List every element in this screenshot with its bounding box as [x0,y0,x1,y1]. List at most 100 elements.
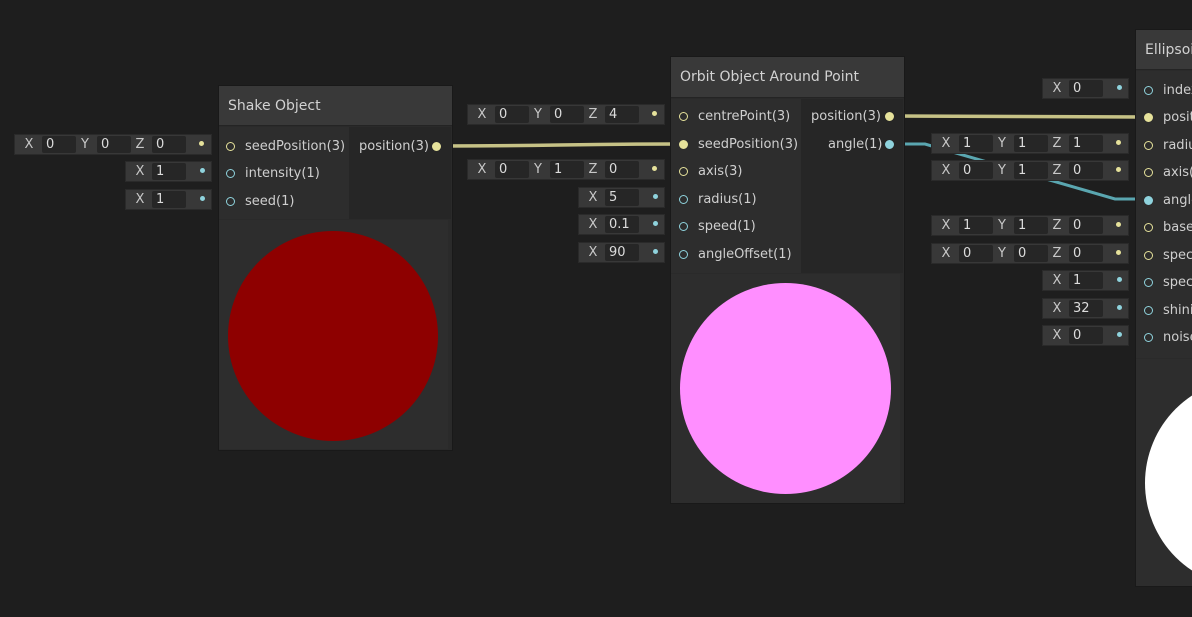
value-z-input[interactable]: 0 [1069,162,1103,179]
value-x-input[interactable]: 0 [1069,327,1103,344]
ellipsoid-axis-field[interactable]: X 0 Y 1 Z 0 [931,160,1129,181]
value-z-input[interactable]: 0 [152,136,186,153]
ellipsoid-base-field[interactable]: X 1 Y 1 Z 0 [931,215,1129,236]
shake-seedposition-field[interactable]: X 0 Y 0 Z 0 [14,134,212,155]
port-connector-icon[interactable] [1144,333,1153,342]
value-y-input[interactable]: 1 [550,161,584,178]
port-connector-icon[interactable] [679,112,688,121]
value-x-input[interactable]: 90 [605,244,639,261]
axis-label-x: X [941,163,951,178]
port-connector-icon[interactable] [679,250,688,259]
value-x-input[interactable]: 0 [1069,80,1103,97]
ellipsoid-index-field[interactable]: X 0 [1042,78,1129,99]
port-connector-icon[interactable] [226,169,235,178]
value-x-input[interactable]: 1 [152,163,186,180]
ellipsoid-preview-circle [1145,378,1192,586]
value-z-input[interactable]: 0 [1069,217,1103,234]
ellipsoid-preview [1136,359,1192,586]
axis-label-x: X [941,136,951,151]
port-connector-icon[interactable] [1144,278,1153,287]
axis-label-z: Z [1052,136,1062,151]
ellipsoid-spec-color-field[interactable]: X 0 Y 0 Z 0 [931,243,1129,264]
shake-seed-field[interactable]: X 1 [125,189,212,210]
orbit-axis-field[interactable]: X 0 Y 1 Z 0 [467,159,665,180]
value-z-input[interactable]: 0 [605,161,639,178]
port-label: angle [1163,193,1192,208]
port-connector-icon[interactable] [1144,223,1153,232]
value-y-input[interactable]: 1 [1014,162,1048,179]
value-y-input[interactable]: 1 [1014,217,1048,234]
port-connector-icon[interactable] [679,195,688,204]
value-x-input[interactable]: 0.1 [605,216,639,233]
value-y-input[interactable]: 0 [1014,245,1048,262]
port-connector-icon[interactable] [1144,113,1153,122]
axis-label-x: X [1052,273,1062,288]
port-label: axis( [1163,165,1192,180]
orbit-object-title[interactable]: Orbit Object Around Point [671,57,904,98]
port-label: intensity(1) [245,166,320,181]
port-label: radius(1) [698,192,757,207]
axis-label-y: Y [81,137,89,152]
field-connector-icon [653,249,658,254]
port-connector-icon[interactable] [679,140,688,149]
port-connector-icon[interactable] [885,140,894,149]
axis-label-x: X [941,246,951,261]
port-label: posit [1163,110,1192,125]
value-x-input[interactable]: 32 [1069,300,1103,317]
value-y-input[interactable]: 1 [1014,135,1048,152]
orbit-radius-field[interactable]: X 5 [578,187,665,208]
value-x-input[interactable]: 0 [959,162,993,179]
port-connector-icon[interactable] [679,222,688,231]
value-x-input[interactable]: 1 [152,191,186,208]
field-connector-icon [200,168,205,173]
field-connector-icon [652,166,657,171]
ellipsoid-spec-strength-field[interactable]: X 1 [1042,270,1129,291]
ellipsoid-radius-field[interactable]: X 1 Y 1 Z 1 [931,133,1129,154]
ellipsoid-noise-field[interactable]: X 0 [1042,325,1129,346]
value-z-input[interactable]: 0 [1069,245,1103,262]
port-connector-icon[interactable] [226,197,235,206]
port-connector-icon[interactable] [226,142,235,151]
port-connector-icon[interactable] [1144,168,1153,177]
port-connector-icon[interactable] [432,142,441,151]
value-x-input[interactable]: 1 [959,135,993,152]
port-connector-icon[interactable] [1144,251,1153,260]
shake-object-title[interactable]: Shake Object [219,86,452,126]
port-label: seed(1) [245,194,295,209]
port-connector-icon[interactable] [1144,306,1153,315]
port-connector-icon[interactable] [885,112,894,121]
axis-label-y: Y [998,136,1006,151]
value-x-input[interactable]: 5 [605,189,639,206]
value-x-input[interactable]: 1 [1069,272,1103,289]
value-x-input[interactable]: 0 [495,161,529,178]
port-connector-icon[interactable] [679,167,688,176]
orbit-preview [671,274,900,503]
axis-label-z: Z [1052,163,1062,178]
value-x-input[interactable]: 1 [959,217,993,234]
port-connector-icon[interactable] [1144,196,1153,205]
ellipsoid-title[interactable]: Ellipsoid [1136,30,1192,70]
port-label: position(3) [811,109,881,124]
port-connector-icon[interactable] [1144,141,1153,150]
value-y-input[interactable]: 0 [97,136,131,153]
port-connector-icon[interactable] [1144,86,1153,95]
field-connector-icon [1116,250,1121,255]
port-label: axis(3) [698,164,743,179]
value-y-input[interactable]: 0 [550,106,584,123]
value-x-input[interactable]: 0 [959,245,993,262]
value-z-input[interactable]: 1 [1069,135,1103,152]
orbit-centrepoint-field[interactable]: X 0 Y 0 Z 4 [467,104,665,125]
value-z-input[interactable]: 4 [605,106,639,123]
ellipsoid-shininess-field[interactable]: X 32 [1042,298,1129,319]
field-connector-icon [1116,167,1121,172]
orbit-speed-field[interactable]: X 0.1 [578,214,665,235]
axis-label-z: Z [1052,246,1062,261]
value-x-input[interactable]: 0 [495,106,529,123]
port-label: index [1163,83,1192,98]
axis-label-x: X [941,218,951,233]
field-connector-icon [1117,85,1122,90]
orbit-angleoffset-field[interactable]: X 90 [578,242,665,263]
shake-intensity-field[interactable]: X 1 [125,161,212,182]
value-x-input[interactable]: 0 [42,136,76,153]
port-label: seedPosition(3) [245,139,346,154]
